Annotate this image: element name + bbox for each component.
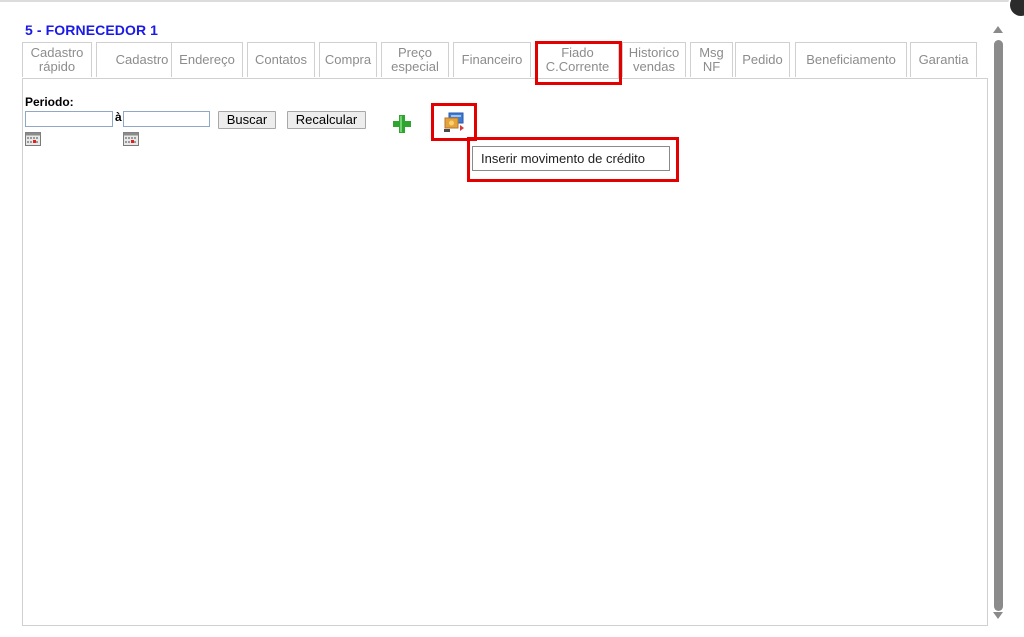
buscar-button[interactable]: Buscar — [218, 111, 276, 129]
start-calendar-icon[interactable] — [25, 132, 41, 146]
tab-endereco[interactable]: Endereço — [171, 42, 243, 77]
end-date-input[interactable] — [123, 111, 210, 127]
recalcular-button[interactable]: Recalcular — [287, 111, 366, 129]
tab-msg-nf[interactable]: Msg NF — [690, 42, 733, 77]
scroll-up-arrow-icon[interactable] — [993, 26, 1003, 33]
add-plus-icon[interactable] — [391, 113, 413, 135]
tab-pedido[interactable]: Pedido — [735, 42, 790, 77]
insert-credit-movement-icon[interactable] — [442, 110, 466, 134]
vertical-scrollbar[interactable] — [989, 20, 1009, 625]
close-icon[interactable] — [1008, 0, 1024, 18]
end-calendar-icon[interactable] — [123, 132, 139, 146]
tab-historico-vendas[interactable]: Historico vendas — [622, 42, 686, 77]
tab-fiado-c-corrente[interactable]: Fiado C.Corrente — [536, 42, 619, 79]
start-date-input[interactable] — [25, 111, 113, 127]
tooltip: Inserir movimento de crédito — [472, 146, 670, 171]
tab-compra[interactable]: Compra — [319, 42, 377, 77]
scroll-thumb[interactable] — [994, 40, 1003, 611]
tab-cadastro-rapido[interactable]: Cadastro rápido — [22, 42, 92, 77]
periodo-label: Periodo: — [25, 95, 74, 109]
tab-beneficiamento[interactable]: Beneficiamento — [795, 42, 907, 77]
page-title: 5 - FORNECEDOR 1 — [25, 22, 159, 38]
tab-preco-especial[interactable]: Preço especial — [381, 42, 449, 77]
tab-contatos[interactable]: Contatos — [247, 42, 315, 77]
window-top-border — [0, 0, 1024, 2]
tab-garantia[interactable]: Garantia — [910, 42, 977, 77]
scroll-down-arrow-icon[interactable] — [993, 612, 1003, 619]
tab-financeiro[interactable]: Financeiro — [453, 42, 531, 77]
date-separator: à — [115, 110, 122, 124]
